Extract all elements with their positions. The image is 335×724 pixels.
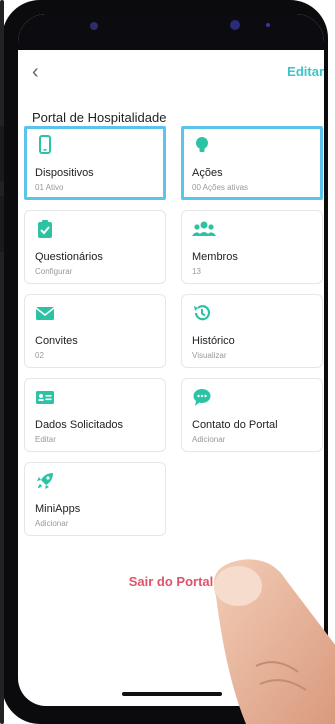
card-sub: Adicionar: [192, 435, 226, 444]
envelope-icon: [35, 307, 55, 320]
card-label: Dados Solicitados: [35, 419, 124, 431]
card-sub: 00 Ações ativas: [192, 183, 249, 192]
users-icon: [192, 221, 216, 236]
card-membros[interactable]: Membros 13: [181, 210, 323, 284]
card-convites[interactable]: Convites 02: [24, 294, 166, 368]
volume-down-button: [0, 196, 4, 252]
card-label: Dispositivos: [35, 167, 94, 179]
card-questionarios[interactable]: Questionários Configurar: [24, 210, 166, 284]
card-acoes[interactable]: Ações 00 Ações ativas: [181, 126, 323, 200]
card-label: Ações: [192, 167, 223, 179]
card-dados-solicitados[interactable]: Dados Solicitados Editar: [24, 378, 166, 452]
card-miniapps[interactable]: MiniApps Adicionar: [24, 462, 166, 536]
hand-pointer-icon: [213, 559, 335, 724]
card-label: MiniApps: [35, 503, 81, 515]
sensor-icon: [230, 20, 240, 30]
camera-icon: [90, 22, 98, 30]
card-label: Convites: [35, 335, 78, 347]
edit-button[interactable]: Editar: [287, 64, 324, 79]
back-button[interactable]: ‹: [32, 62, 39, 82]
page-title: Portal de Hospitalidade: [32, 110, 167, 125]
status-bar: [18, 14, 324, 50]
chat-icon: [193, 389, 211, 406]
card-sub: Editar: [35, 435, 56, 444]
card-sub: Adicionar: [35, 519, 69, 528]
card-sub: 01 Ativo: [35, 183, 64, 192]
card-label: Contato do Portal: [192, 419, 278, 431]
sensor-dot-icon: [266, 23, 270, 27]
id-card-icon: [36, 391, 54, 404]
card-historico[interactable]: Histórico Visualizar: [181, 294, 323, 368]
card-label: Questionários: [35, 251, 103, 263]
clipboard-check-icon: [38, 220, 52, 238]
card-label: Histórico: [192, 335, 235, 347]
card-sub: Visualizar: [192, 351, 227, 360]
header: ‹ Editar: [18, 58, 324, 90]
card-sub: 02: [35, 351, 44, 360]
lightbulb-icon: [196, 137, 208, 152]
card-contato-portal[interactable]: Contato do Portal Adicionar: [181, 378, 323, 452]
card-sub: Configurar: [35, 267, 73, 276]
card-sub: 13: [192, 267, 201, 276]
volume-up-button: [0, 126, 4, 182]
card-label: Membros: [192, 251, 238, 263]
phone-icon: [39, 135, 51, 154]
card-dispositivos[interactable]: Dispositivos 01 Ativo: [24, 126, 166, 200]
history-icon: [194, 305, 211, 321]
rocket-icon: [37, 473, 53, 489]
